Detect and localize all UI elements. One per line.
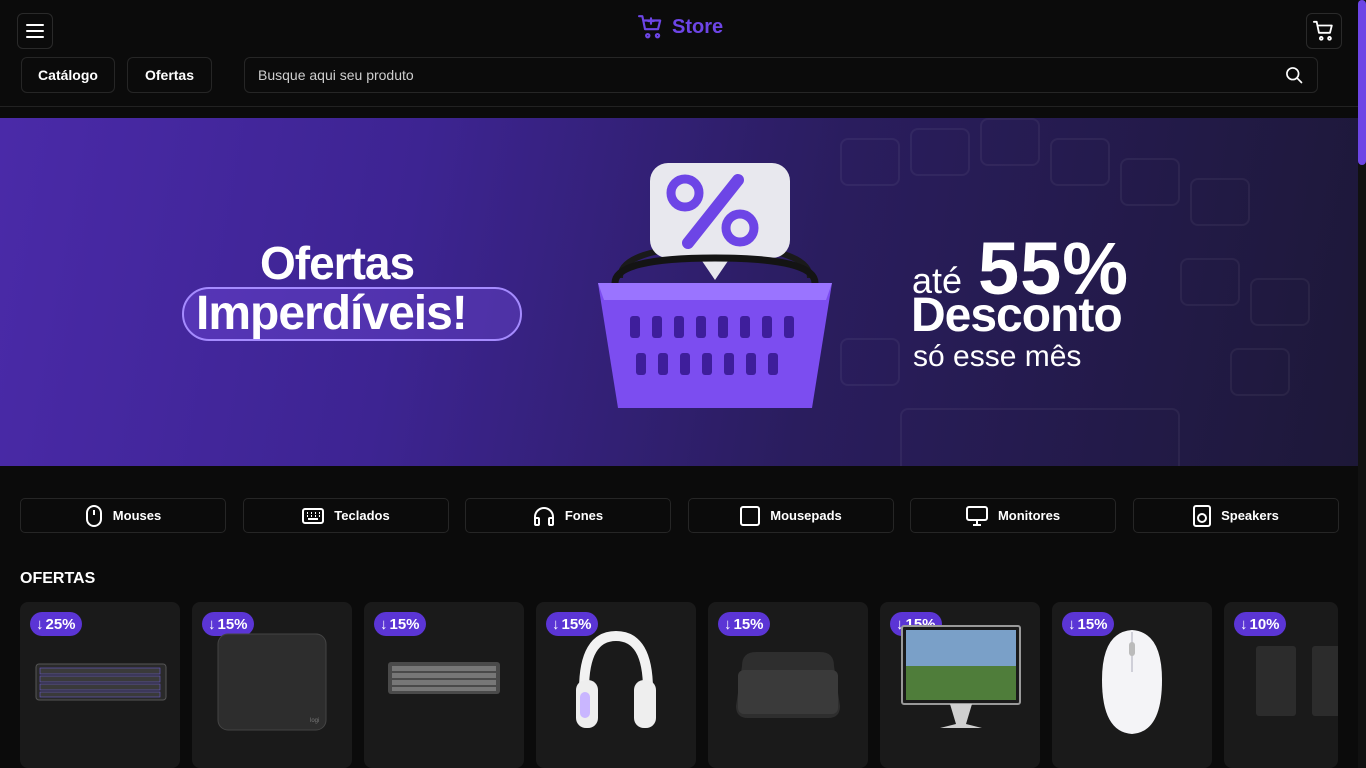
headset-product-image: [576, 630, 656, 728]
square-icon: [740, 505, 761, 526]
banner-headline-2: Imperdíveis!: [196, 287, 468, 340]
keyboard-key-decoration: [840, 338, 900, 386]
header: Store Catálogo Ofertas Busque aqui seu p…: [0, 0, 1358, 107]
arrow-down-icon: ↓: [208, 615, 216, 633]
keyboard-key-decoration: [1050, 138, 1110, 186]
category-monitores-button[interactable]: Monitores: [910, 498, 1116, 533]
keyboard-product-image: [35, 663, 167, 701]
menu-icon: [26, 24, 44, 38]
arrow-down-icon: ↓: [36, 615, 44, 633]
search-icon[interactable]: [1284, 65, 1304, 85]
discount-badge: ↓ 10%: [1234, 612, 1286, 636]
shopping-basket-illustration: [598, 163, 832, 408]
headphones-icon: [533, 506, 554, 526]
category-teclados-button[interactable]: Teclados: [243, 498, 449, 533]
discount-badge: ↓ 25%: [30, 612, 82, 636]
category-label: Mouses: [112, 508, 162, 523]
cart-button[interactable]: [1306, 13, 1342, 49]
nav-ofertas-button[interactable]: Ofertas: [127, 57, 212, 93]
product-card[interactable]: ↓ 10%: [1224, 602, 1338, 768]
monitor-icon: [965, 505, 988, 526]
arrow-down-icon: ↓: [1068, 615, 1076, 633]
banner-subtitle: só esse mês: [913, 340, 1082, 373]
menu-button[interactable]: [17, 13, 53, 49]
trackpad-decoration: [900, 408, 1180, 466]
speakers-product-image: [1256, 646, 1338, 716]
svg-text:logi: logi: [310, 718, 319, 724]
brand-name: Store: [672, 15, 724, 38]
keyboard-key-decoration: [1250, 278, 1310, 326]
product-card[interactable]: ↓ 15% logi: [192, 602, 352, 768]
offers-section-title: OFERTAS: [20, 570, 96, 587]
category-label: Speakers: [1221, 508, 1279, 523]
promo-banner[interactable]: Ofertas Imperdíveis! até 55% Desconto só…: [0, 118, 1358, 466]
nav-catalogo-button[interactable]: Catálogo: [21, 57, 115, 93]
keyboard-icon: [302, 507, 325, 524]
product-card[interactable]: ↓ 15%: [536, 602, 696, 768]
arrow-down-icon: ↓: [552, 615, 560, 633]
keyboard-key-decoration: [840, 138, 900, 186]
banner-headline-1: Ofertas: [260, 237, 415, 289]
keyboard-product-image: [388, 662, 500, 694]
monitor-product-image: [901, 625, 1021, 728]
category-label: Monitores: [997, 508, 1061, 523]
mousepad-product-image: logi: [217, 633, 327, 731]
search-input[interactable]: Busque aqui seu produto: [244, 57, 1318, 93]
cart-logo-icon: [638, 15, 662, 39]
category-label: Teclados: [334, 508, 390, 523]
product-card[interactable]: ↓ 15%: [708, 602, 868, 768]
category-fones-button[interactable]: Fones: [465, 498, 671, 533]
keyboard-key-decoration: [1120, 158, 1180, 206]
scrollbar-thumb[interactable]: [1358, 0, 1366, 165]
banner-desconto: Desconto: [911, 289, 1123, 342]
category-speakers-button[interactable]: Speakers: [1133, 498, 1339, 533]
category-label: Fones: [564, 508, 604, 523]
search-placeholder: Busque aqui seu produto: [258, 67, 414, 83]
product-card[interactable]: ↓ 25%: [20, 602, 180, 768]
brand-logo[interactable]: Store: [638, 14, 723, 40]
arrow-down-icon: ↓: [1240, 615, 1248, 633]
keyboard-key-decoration: [1180, 258, 1240, 306]
keyboard-key-decoration: [910, 128, 970, 176]
arrow-down-icon: ↓: [380, 615, 388, 633]
product-card[interactable]: ↓ 15%: [364, 602, 524, 768]
keyboard-key-decoration: [980, 118, 1040, 166]
discount-badge: ↓ 15%: [374, 612, 426, 636]
category-mouses-button[interactable]: Mouses: [20, 498, 226, 533]
product-card[interactable]: ↓ 15%: [880, 602, 1040, 768]
product-card[interactable]: ↓ 15%: [1052, 602, 1212, 768]
arrow-down-icon: ↓: [724, 615, 732, 633]
mouse-product-image: [1102, 630, 1162, 734]
cart-icon: [1313, 20, 1333, 41]
discount-badge: ↓ 15%: [718, 612, 770, 636]
category-mousepads-button[interactable]: Mousepads: [688, 498, 894, 533]
keyboard-key-decoration: [1230, 348, 1290, 396]
category-label: Mousepads: [770, 508, 842, 523]
speaker-icon: [1193, 504, 1212, 527]
speaker-dock-product-image: [736, 652, 840, 718]
keyboard-key-decoration: [1190, 178, 1250, 226]
mouse-icon: [85, 504, 102, 527]
